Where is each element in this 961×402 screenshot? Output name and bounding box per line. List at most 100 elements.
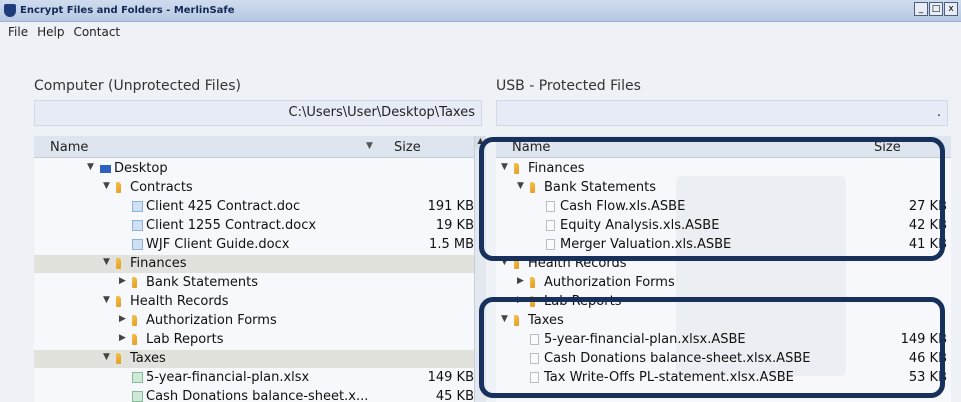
tree-row-label: 5-year-financial-plan.xlsx.ASBE — [544, 332, 746, 347]
window-title: Encrypt Files and Folders - MerlinSafe — [20, 5, 235, 16]
left-scrollbar[interactable]: ▲ — [474, 136, 486, 402]
left-tree-header: Name ▼ Size — [34, 136, 486, 158]
tree-row[interactable]: 5-year-financial-plan.xlsx 149 KB — [34, 369, 474, 387]
menu-help[interactable]: Help — [37, 25, 64, 39]
main-area: Computer (Unprotected Files) C:\Users\Us… — [0, 42, 961, 402]
encrypted-file-icon — [546, 220, 555, 231]
tree-row-label: Taxes — [528, 313, 564, 328]
tree-row-size: 149 KB — [900, 332, 947, 347]
right-column-name[interactable]: Name — [512, 140, 550, 155]
tree-row-label: 5-year-financial-plan.xlsx — [146, 370, 310, 385]
folder-icon — [530, 296, 535, 307]
tree-row-label: Health Records — [528, 256, 627, 271]
minimize-button[interactable]: _ — [914, 2, 928, 16]
expand-arrow-down-icon[interactable]: ▼ — [103, 352, 110, 362]
left-file-tree[interactable]: Name ▼ Size ▲ ▼ Desktop ▼ Contracts Client 4… — [34, 136, 486, 402]
tree-row[interactable]: ▶ Bank Statements — [34, 274, 474, 292]
encrypted-file-icon — [530, 334, 539, 345]
folder-icon — [116, 296, 121, 307]
tree-row-size: 42 KB — [908, 218, 947, 233]
expand-arrow-down-icon[interactable]: ▼ — [87, 162, 94, 172]
tree-row[interactable]: ▼ Taxes — [34, 350, 474, 368]
right-pane-title: USB - Protected Files — [496, 78, 641, 94]
tree-row[interactable]: Cash Donations balance-sheet.x... 45 KB — [34, 388, 474, 402]
tree-row[interactable]: WJF Client Guide.docx 1.5 MB — [34, 236, 474, 254]
expand-arrow-down-icon[interactable]: ▼ — [517, 181, 524, 191]
tree-row[interactable]: Merger Valuation.xls.ASBE 41 KB — [496, 236, 951, 254]
excel-icon — [132, 372, 143, 383]
expand-arrow-down-icon[interactable]: ▼ — [103, 257, 110, 267]
tree-row-label: Cash Donations balance-sheet.x... — [146, 389, 369, 402]
maximize-button[interactable]: □ — [929, 2, 943, 16]
sort-chevron-icon[interactable]: ▼ — [366, 141, 373, 151]
tree-row-label: Lab Reports — [146, 332, 224, 347]
folder-icon — [132, 334, 137, 345]
folder-icon — [530, 277, 535, 288]
tree-row-size: 46 KB — [908, 351, 947, 366]
tree-row[interactable]: ▶ Authorization Forms — [496, 274, 951, 292]
encrypted-file-icon — [546, 239, 555, 250]
scroll-up-icon[interactable]: ▲ — [475, 136, 486, 148]
word-doc-icon — [132, 201, 143, 212]
tree-row-size: 41 KB — [908, 237, 947, 252]
expand-arrow-down-icon[interactable]: ▼ — [103, 181, 110, 191]
tree-row[interactable]: ▼ Finances — [496, 160, 951, 178]
tree-row-size: 45 KB — [435, 389, 474, 402]
right-path-field[interactable]: . — [496, 100, 948, 126]
tree-row-label: Merger Valuation.xls.ASBE — [560, 237, 732, 252]
tree-row[interactable]: Client 425 Contract.doc 191 KB — [34, 198, 474, 216]
tree-row[interactable]: ▶ Authorization Forms — [34, 312, 474, 330]
merlinsafe-shield-icon — [4, 4, 16, 17]
tree-row[interactable]: ▶ Lab Reports — [34, 331, 474, 349]
expand-arrow-right-icon[interactable]: ▶ — [119, 276, 126, 286]
left-column-name[interactable]: Name — [50, 140, 88, 155]
tree-row[interactable]: 5-year-financial-plan.xlsx.ASBE 149 KB — [496, 331, 951, 349]
expand-arrow-down-icon[interactable]: ▼ — [103, 295, 110, 305]
expand-arrow-down-icon[interactable]: ▼ — [501, 162, 508, 172]
encrypted-file-icon — [530, 353, 539, 364]
right-column-size[interactable]: Size — [874, 140, 901, 155]
left-column-size[interactable]: Size — [394, 140, 421, 155]
tree-row[interactable]: ▼ Health Records — [34, 293, 474, 311]
expand-arrow-down-icon[interactable]: ▼ — [501, 257, 508, 267]
menu-file[interactable]: File — [8, 25, 28, 39]
tree-row-size: 191 KB — [427, 199, 474, 214]
tree-row-label: Bank Statements — [544, 180, 656, 195]
tree-row[interactable]: Tax Write-Offs PL-statement.xlsx.ASBE 53 … — [496, 369, 951, 387]
tree-row[interactable]: ▼ Health Records — [496, 255, 951, 273]
tree-row[interactable]: ▼ Contracts — [34, 179, 474, 197]
folder-icon — [530, 182, 535, 193]
folder-icon — [116, 353, 121, 364]
tree-row[interactable]: ▼ Bank Statements — [496, 179, 951, 197]
tree-row[interactable]: Client 1255 Contract.docx 19 KB — [34, 217, 474, 235]
expand-arrow-right-icon[interactable]: ▶ — [119, 333, 126, 343]
folder-icon — [132, 277, 137, 288]
tree-row-label: WJF Client Guide.docx — [146, 237, 290, 252]
tree-row[interactable]: Cash Flow.xls.ASBE 27 KB — [496, 198, 951, 216]
menu-contact[interactable]: Contact — [73, 25, 120, 39]
right-file-tree[interactable]: Name Size ▼ Finances ▼ Bank Statements Cash … — [496, 136, 951, 402]
left-pane-title: Computer (Unprotected Files) — [34, 78, 241, 94]
tree-row[interactable]: ▼ Taxes — [496, 312, 951, 330]
tree-row-label: Lab Reports — [544, 294, 622, 309]
folder-icon — [514, 163, 519, 174]
tree-row[interactable]: Cash Donations balance-sheet.xlsx.ASBE 46… — [496, 350, 951, 368]
left-path-field[interactable]: C:\Users\User\Desktop\Taxes — [34, 100, 482, 126]
tree-row[interactable]: ▶ Lab Reports — [496, 293, 951, 311]
tree-row-label: Contracts — [130, 180, 193, 195]
expand-arrow-right-icon[interactable]: ▶ — [517, 276, 524, 286]
folder-icon — [514, 315, 519, 326]
tree-row[interactable]: ▼ Desktop — [34, 160, 474, 178]
folder-icon — [514, 258, 519, 269]
expand-arrow-down-icon[interactable]: ▼ — [501, 314, 508, 324]
tree-row-label: Finances — [528, 161, 585, 176]
tree-row[interactable]: Equity Analysis.xls.ASBE 42 KB — [496, 217, 951, 235]
tree-row-label: Health Records — [130, 294, 229, 309]
expand-arrow-right-icon[interactable]: ▶ — [517, 295, 524, 305]
expand-arrow-right-icon[interactable]: ▶ — [119, 314, 126, 324]
window-controls: _ □ x — [913, 2, 958, 16]
tree-row[interactable]: ▼ Finances — [34, 255, 474, 273]
close-button[interactable]: x — [944, 2, 958, 16]
tree-row-label: Tax Write-Offs PL-statement.xlsx.ASBE — [544, 370, 794, 385]
encrypted-file-icon — [530, 372, 539, 383]
